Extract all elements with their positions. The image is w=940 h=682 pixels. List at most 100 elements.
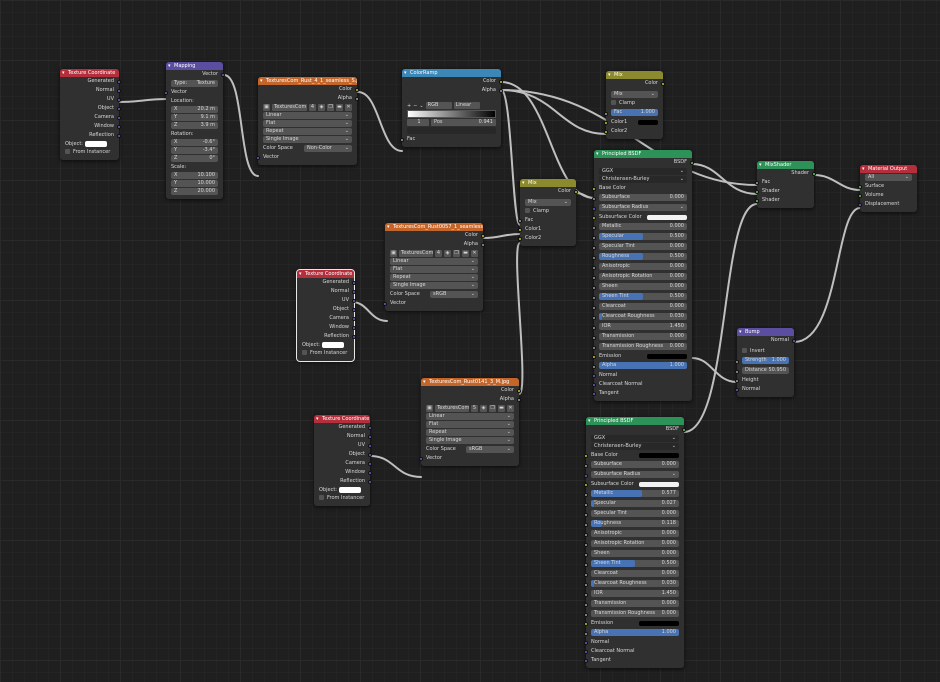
socket-dot[interactable]	[755, 181, 759, 185]
socket-dot[interactable]	[352, 290, 356, 294]
object-row[interactable]: Object:	[302, 342, 349, 348]
output-generated[interactable]: Generated	[314, 423, 372, 432]
bsdf-input-row[interactable]: Specular 0.500	[592, 233, 692, 242]
socket-dot[interactable]	[592, 374, 596, 378]
principled-bsdf-node-1[interactable]: Principled BSDF BSDF GGX ⌄ Christensen-Bu…	[592, 150, 694, 401]
socket-dot[interactable]	[604, 130, 608, 134]
socket-dot[interactable]	[592, 392, 596, 396]
output-vector[interactable]: Vector	[166, 70, 225, 79]
close-icon[interactable]: ✕	[471, 250, 478, 257]
distance-field[interactable]: Distance 50.950	[742, 367, 789, 374]
object-field[interactable]	[338, 487, 361, 493]
node-header[interactable]: Mix	[520, 179, 576, 187]
bsdf-slider[interactable]: Anisotropic Rotation 0.000	[599, 273, 687, 280]
bsdf-slider[interactable]: Metallic 0.577	[591, 490, 679, 497]
socket-dot[interactable]	[858, 194, 862, 198]
socket-dot[interactable]	[755, 190, 759, 194]
material-output-node[interactable]: Material Output All ⌄ Surface Volume Disp…	[858, 165, 917, 212]
socket-dot[interactable]	[584, 454, 588, 458]
bsdf-slider[interactable]: Clearcoat Roughness 0.030	[599, 313, 687, 320]
bsdf-input-row[interactable]: Anisotropic 0.000	[592, 263, 692, 272]
socket-dot[interactable]	[352, 308, 356, 312]
output-uv[interactable]: UV	[297, 296, 356, 305]
socket-dot[interactable]	[584, 650, 588, 654]
bsdf-input-row[interactable]: Anisotropic Rotation 0.000	[584, 540, 684, 549]
bsdf-input-row[interactable]: Anisotropic 0.000	[584, 530, 684, 539]
output-color[interactable]: Color	[421, 386, 521, 395]
socket-dot[interactable]	[690, 161, 694, 165]
node-header[interactable]: Principled BSDF	[586, 417, 684, 425]
output-normal[interactable]: Normal	[297, 287, 356, 296]
socket-dot[interactable]	[584, 493, 588, 497]
image-texture-node-2[interactable]: TexturesCom_Rust0057_1_seamless_S... Col…	[383, 223, 485, 311]
bsdf-slider[interactable]: Metallic 0.000	[599, 223, 687, 230]
copy-icon[interactable]: ❐	[327, 104, 334, 111]
input-color2[interactable]: Color2	[518, 234, 576, 243]
subsurface-radius-dropdown[interactable]: Subsurface Radius ⌄	[591, 471, 679, 478]
color-mode-dropdown[interactable]: RGB	[425, 102, 452, 109]
input-alpha[interactable]: Alpha 1.000	[592, 362, 692, 371]
output-uv[interactable]: UV	[60, 95, 121, 104]
bsdf-input-row[interactable]: Clearcoat 0.000	[584, 570, 684, 579]
node-header[interactable]: Texture Coordinate	[297, 270, 354, 278]
output-camera[interactable]: Camera	[314, 459, 372, 468]
node-header[interactable]: Mix	[606, 71, 663, 79]
input-height[interactable]: Height	[735, 376, 794, 385]
input-color2[interactable]: Color2	[604, 127, 663, 136]
bsdf-input-row[interactable]: IOR 1.450	[584, 590, 684, 599]
bump-node[interactable]: Bump Normal Invert Strength 1.000 Distanc…	[735, 328, 796, 397]
bsdf-input-row[interactable]: Clearcoat Roughness 0.030	[584, 580, 684, 589]
bsdf-slider[interactable]: Sheen 0.000	[599, 283, 687, 290]
socket-dot[interactable]	[584, 464, 588, 468]
socket-dot[interactable]	[368, 453, 372, 457]
image-name[interactable]: TexturesCom...	[435, 405, 469, 412]
checkbox[interactable]	[611, 100, 616, 105]
input-distance[interactable]: Distance 50.950	[735, 367, 794, 376]
output-generated[interactable]: Generated	[297, 278, 356, 287]
node-header[interactable]: MixShader	[757, 161, 814, 169]
bsdf-input-row[interactable]: Anisotropic Rotation 0.000	[592, 273, 692, 282]
folder-icon[interactable]: ▬	[336, 104, 343, 111]
user-count[interactable]: 5	[471, 405, 478, 412]
clamp-row[interactable]: Clamp	[520, 207, 576, 216]
mix-shader-node[interactable]: MixShader Shader Fac Shader Shader	[755, 161, 816, 208]
input-shader-2[interactable]: Shader	[755, 196, 814, 205]
socket-dot[interactable]	[604, 112, 608, 116]
scale-x[interactable]: X 10.100	[171, 172, 218, 179]
type-dropdown[interactable]: Type: Texture	[171, 80, 218, 87]
remove-stop-button[interactable]: −	[413, 103, 417, 109]
input-clearcoat-normal[interactable]: Clearcoat Normal	[592, 380, 692, 389]
socket-dot[interactable]	[117, 80, 121, 84]
socket-dot[interactable]	[499, 89, 503, 93]
shield-icon[interactable]: ◈	[480, 405, 487, 412]
socket-dot[interactable]	[584, 563, 588, 567]
input-volume[interactable]: Volume	[858, 191, 917, 200]
socket-dot[interactable]	[355, 88, 359, 92]
color-space-row[interactable]: Color Space Non-Color ⌄	[258, 144, 357, 153]
subsurface-slider[interactable]: Subsurface 0.000	[591, 461, 679, 468]
image-name[interactable]: TexturesCom...	[272, 104, 307, 111]
close-icon[interactable]: ✕	[345, 104, 352, 111]
image-icon[interactable]: ▣	[426, 405, 433, 412]
node-header[interactable]: ColorRamp	[402, 69, 501, 77]
socket-dot[interactable]	[419, 457, 423, 461]
location-z[interactable]: Z 3.9 m	[171, 122, 218, 129]
node-header[interactable]: Mapping	[166, 62, 223, 70]
bsdf-slider[interactable]: Anisotropic 0.000	[591, 530, 679, 537]
folder-icon[interactable]: ▬	[498, 405, 505, 412]
socket-dot[interactable]	[368, 426, 372, 430]
input-tangent[interactable]: Tangent	[584, 656, 684, 665]
distribution-dropdown[interactable]: GGX ⌄	[591, 435, 679, 442]
folder-icon[interactable]: ▬	[462, 250, 469, 257]
socket-dot[interactable]	[858, 203, 862, 207]
interpolation-dropdown[interactable]: Linear ⌄	[426, 413, 514, 420]
socket-dot[interactable]	[584, 641, 588, 645]
bsdf-input-row[interactable]: Clearcoat Roughness 0.030	[592, 313, 692, 322]
distribution-dropdown[interactable]: GGX ⌄	[599, 168, 687, 175]
output-color[interactable]: Color	[258, 85, 359, 94]
bsdf-input-row[interactable]: Specular 0.027	[584, 500, 684, 509]
checkbox[interactable]	[302, 350, 307, 355]
color-space-dropdown[interactable]: sRGB ⌄	[466, 446, 514, 453]
bsdf-slider[interactable]: Transmission Roughness 0.000	[599, 343, 687, 350]
blend-type-dropdown[interactable]: Mix ⌄	[525, 199, 571, 206]
